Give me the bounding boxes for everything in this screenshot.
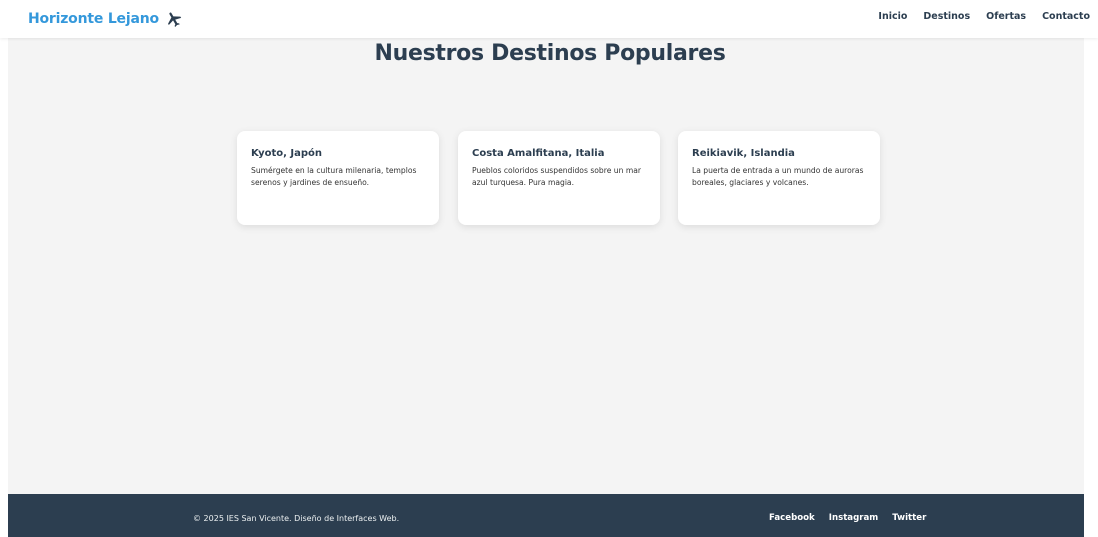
airplane-icon [165, 10, 183, 28]
nav-link-destinos[interactable]: Destinos [923, 11, 970, 22]
brand-logo-link[interactable]: Horizonte Lejano [28, 9, 183, 29]
main-content [8, 38, 1084, 494]
site-header: Horizonte Lejano Inicio Destinos Ofertas… [0, 0, 1098, 38]
destination-card-amalfi: Costa Amalfitana, Italia Pueblos colorid… [458, 131, 660, 225]
main-nav: Inicio Destinos Ofertas Contacto [862, 11, 1090, 22]
card-title: Reikiavik, Islandia [692, 148, 795, 159]
twitter-link[interactable]: Twitter [892, 513, 926, 523]
card-description: Pueblos coloridos suspendidos sobre un m… [472, 166, 641, 187]
card-title: Costa Amalfitana, Italia [472, 148, 605, 159]
nav-link-contacto[interactable]: Contacto [1042, 11, 1090, 22]
destination-card-kyoto: Kyoto, Japón Sumérgete en la cultura mil… [237, 131, 439, 225]
card-description: Sumérgete en la cultura milenaria, templ… [251, 166, 417, 187]
page: Horizonte Lejano Inicio Destinos Ofertas… [0, 0, 1098, 537]
nav-link-ofertas[interactable]: Ofertas [986, 11, 1026, 22]
site-footer: © 2025 IES San Vicente. Diseño de Interf… [8, 494, 1084, 537]
card-title: Kyoto, Japón [251, 148, 323, 159]
destination-card-reikiavik: Reikiavik, Islandia La puerta de entrada… [678, 131, 880, 225]
card-description: La puerta de entrada a un mundo de auror… [692, 166, 864, 187]
brand-name: Horizonte Lejano [28, 11, 159, 27]
nav-link-inicio[interactable]: Inicio [878, 11, 907, 22]
facebook-link[interactable]: Facebook [769, 513, 815, 523]
copyright-text: © 2025 IES San Vicente. Diseño de Interf… [193, 514, 400, 523]
page-title: Nuestros Destinos Populares [374, 41, 726, 66]
social-links: Facebook Instagram Twitter [769, 513, 940, 523]
instagram-link[interactable]: Instagram [829, 513, 878, 523]
